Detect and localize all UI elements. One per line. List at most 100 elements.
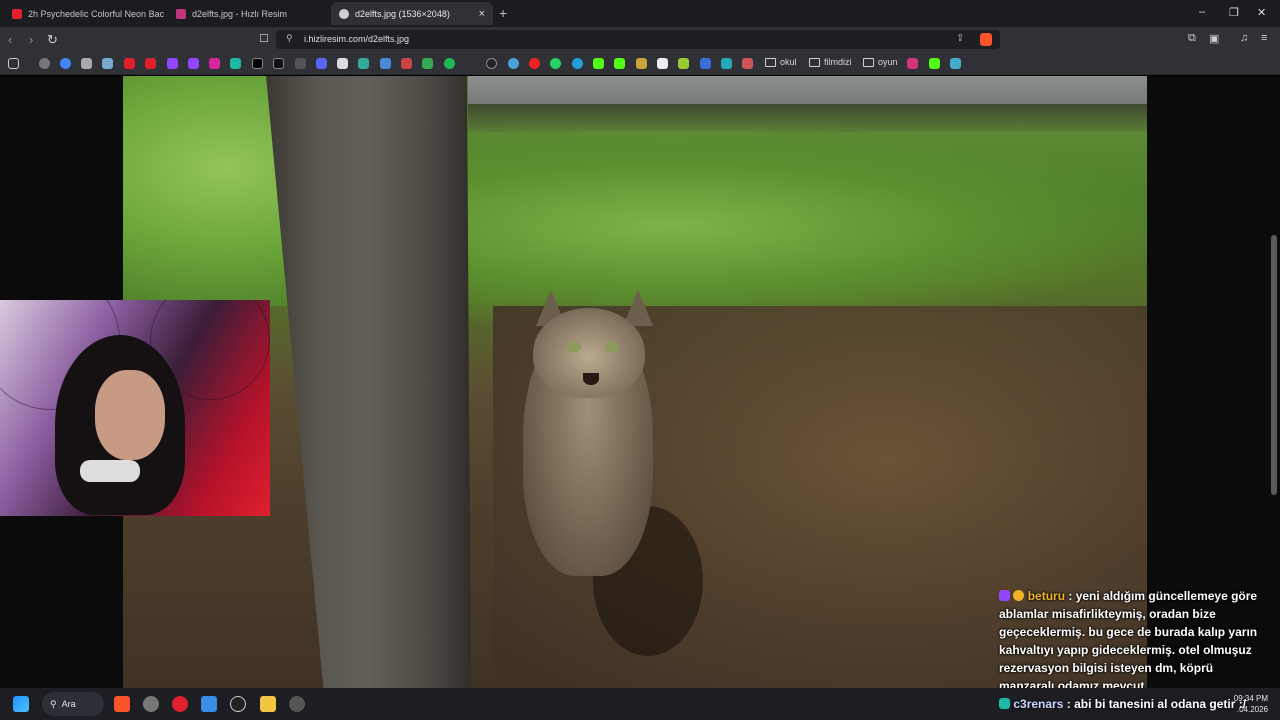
app-icon[interactable] [289, 696, 305, 712]
bookmark-icon[interactable] [486, 58, 497, 69]
bookmark-icon[interactable] [508, 58, 519, 69]
app-icon[interactable] [143, 696, 159, 712]
bookmark-icon[interactable] [81, 58, 92, 69]
scrollbar[interactable] [1271, 235, 1277, 495]
clock-date: .04.2026 [1236, 705, 1268, 714]
cat-eye [567, 342, 581, 352]
bookmark-icon[interactable] [700, 58, 711, 69]
bookmark-icon[interactable] [678, 58, 689, 69]
drive-icon[interactable] [422, 58, 433, 69]
bookmark-icon[interactable] [380, 58, 391, 69]
tiktok-icon[interactable] [273, 58, 284, 69]
bookmark-icon[interactable] [742, 58, 753, 69]
bookmark-icon[interactable] [358, 58, 369, 69]
bookmark-icon[interactable] [950, 58, 961, 69]
subscriber-badge-icon [999, 698, 1010, 709]
webcam-overlay [0, 300, 270, 516]
bookmark-icon[interactable] [295, 58, 306, 69]
bookmark-folder-filmdizi[interactable]: filmdizi [809, 57, 852, 67]
bookmark-icon[interactable] [465, 58, 476, 69]
reload-icon[interactable]: ↻ [47, 32, 58, 48]
cat-photo[interactable] [123, 76, 1147, 688]
whatsapp-icon[interactable] [550, 58, 561, 69]
address-bar[interactable]: ⚲ i.hizliresim.com/d2elfts.jpg ⇪ [276, 30, 1000, 49]
bookmark-icon[interactable] [337, 58, 348, 69]
search-icon: ⚲ [50, 698, 57, 709]
obs-icon[interactable] [230, 696, 246, 712]
kick-icon[interactable] [593, 58, 604, 69]
youtube-icon [12, 8, 22, 19]
cat-eye [605, 342, 619, 352]
folder-label: oyun [878, 57, 898, 67]
chat-overlay: beturu : yeni aldığım güncellemeye göre … [999, 587, 1269, 695]
kick-icon[interactable] [929, 58, 940, 69]
bookmark-icon[interactable] [721, 58, 732, 69]
cat-mouth [583, 373, 599, 385]
bookmark-icon[interactable] [636, 58, 647, 69]
share-icon[interactable]: ⇪ [956, 33, 964, 44]
bookmark-icon[interactable] [529, 58, 540, 69]
folder-label: filmdizi [824, 57, 852, 67]
telegram-icon[interactable] [572, 58, 583, 69]
tab-hizliresim[interactable]: d2elfts.jpg - Hızlı Resim [168, 2, 328, 25]
photos-icon[interactable] [201, 696, 217, 712]
bookmark-icon[interactable]: ☐ [259, 32, 269, 45]
brave-shields-icon[interactable] [980, 33, 992, 46]
tab-image[interactable]: d2elfts.jpg (1536×2048) × [331, 2, 493, 25]
taskbar-search[interactable]: ⚲ Ara [42, 692, 104, 716]
chat-message: beturu : yeni aldığım güncellemeye göre … [999, 587, 1269, 695]
streamer-face [95, 370, 165, 460]
close-tab-icon[interactable]: × [479, 8, 485, 20]
chat-separator: : [1063, 697, 1075, 711]
folder-icon [863, 57, 874, 67]
back-icon[interactable]: ‹ [8, 32, 12, 47]
hizliresim-icon [176, 8, 186, 19]
menu-icon[interactable]: ≡ [1261, 32, 1267, 44]
discord-icon[interactable] [316, 58, 327, 69]
sidebar-icon[interactable]: ▣ [1209, 32, 1219, 45]
subscriber-badge-icon [999, 590, 1010, 601]
system-clock[interactable]: 09:34 PM .04.2026 [1234, 693, 1268, 715]
bookmark-folder-oyun[interactable]: oyun [863, 57, 898, 67]
forward-icon[interactable]: › [29, 32, 33, 47]
twitch-icon[interactable] [167, 58, 178, 69]
tab-title: d2elfts.jpg (1536×2048) [355, 8, 450, 19]
google-icon[interactable] [60, 58, 71, 69]
youtube-icon[interactable] [124, 58, 135, 69]
x-icon[interactable] [252, 58, 263, 69]
url-text: i.hizliresim.com/d2elfts.jpg [304, 34, 410, 44]
tab-youtube[interactable]: 2h Psychedelic Colorful Neon Backgr [4, 2, 164, 25]
bookmark-icon[interactable] [230, 58, 241, 69]
extensions-icon[interactable]: ⧉ [1188, 32, 1196, 45]
microphone [80, 460, 140, 482]
folder-icon [809, 57, 820, 67]
apps-icon[interactable] [8, 58, 19, 69]
bookmark-icon[interactable] [102, 58, 113, 69]
clock-time: 09:34 PM [1233, 694, 1268, 703]
twitch-icon[interactable] [188, 58, 199, 69]
spotify-icon[interactable] [444, 58, 455, 69]
windows-start-icon[interactable] [13, 696, 29, 712]
bookmark-icon[interactable] [907, 58, 918, 69]
history-icon[interactable] [39, 58, 50, 69]
minimize-button[interactable]: – [1199, 6, 1205, 18]
media-player-icon[interactable] [172, 696, 188, 712]
bookmark-folder-okul[interactable]: okul [765, 57, 797, 67]
chat-text: yeni aldığım güncellemeye göre ablamlar … [999, 589, 1258, 693]
tab-bar: 2h Psychedelic Colorful Neon Backgr d2el… [0, 0, 1280, 27]
folder-label: okul [780, 57, 797, 67]
youtube-icon[interactable] [145, 58, 156, 69]
bookmark-icon[interactable] [401, 58, 412, 69]
bookmark-icon[interactable] [657, 58, 668, 69]
brave-icon[interactable] [114, 696, 130, 712]
media-icon[interactable]: ♫ [1240, 32, 1248, 44]
kick-icon[interactable] [614, 58, 625, 69]
maximize-button[interactable]: ❐ [1229, 6, 1239, 19]
new-tab-button[interactable]: + [499, 5, 507, 21]
site-info-icon[interactable]: ⚲ [286, 33, 293, 44]
globe-icon [339, 8, 349, 19]
instagram-icon[interactable] [209, 58, 220, 69]
file-explorer-icon[interactable] [260, 696, 276, 712]
tab-title: d2elfts.jpg - Hızlı Resim [192, 8, 288, 19]
close-window-button[interactable]: ✕ [1257, 6, 1266, 19]
